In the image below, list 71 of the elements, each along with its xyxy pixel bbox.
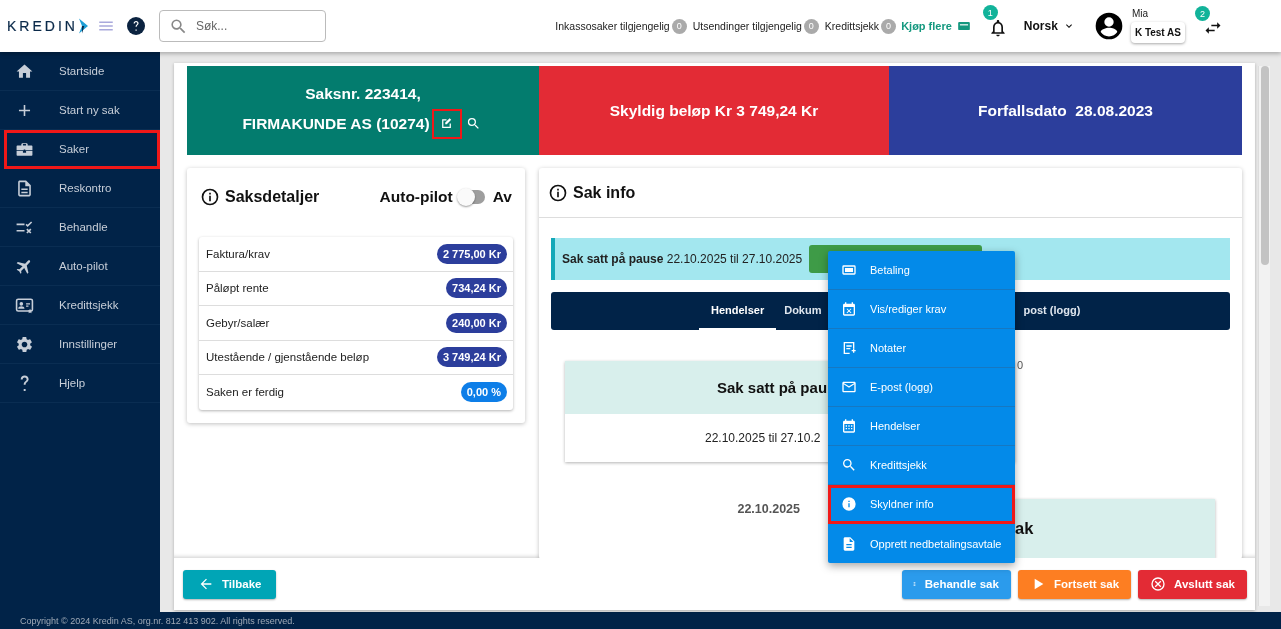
menu-item[interactable]: Kredittsjekk bbox=[828, 446, 1015, 485]
close-case-button[interactable]: Avslutt sak bbox=[1138, 569, 1247, 599]
event-title: Sak satt på pau bbox=[717, 379, 828, 396]
event-text: 22.10.2025 til 27.10.2 bbox=[705, 431, 821, 445]
menu-item[interactable]: Skyldner info bbox=[828, 485, 1015, 524]
menu-item[interactable]: E-post (logg) bbox=[828, 368, 1015, 407]
row-label: Utestående / gjenstående beløp bbox=[206, 351, 370, 364]
amount-text: Skyldig beløp Kr 3 749,24 Kr bbox=[609, 101, 819, 120]
user-name: Mia bbox=[1131, 7, 1148, 19]
language-select[interactable]: Norsk bbox=[1023, 19, 1075, 33]
row-label: Påløpt rente bbox=[206, 282, 269, 295]
amount-pill: 240,00 Kr bbox=[446, 312, 507, 333]
amount-pill: 0,00 % bbox=[460, 382, 507, 403]
home-icon bbox=[15, 61, 34, 81]
search-icon bbox=[841, 457, 857, 473]
switch-badge: 2 bbox=[1195, 6, 1210, 21]
row-label: Faktura/krav bbox=[206, 247, 270, 260]
close-circle-icon bbox=[1150, 576, 1167, 592]
autopilot-state: Av bbox=[492, 187, 512, 206]
counter-label: Kredittsjekk bbox=[824, 20, 880, 32]
document-icon bbox=[841, 535, 857, 552]
help-button[interactable] bbox=[126, 17, 145, 35]
calendar-x-icon bbox=[841, 301, 857, 317]
alert-text: Sak satt på pause 22.10.2025 til 27.10.2025 bbox=[562, 252, 803, 266]
menu-item[interactable]: Notater bbox=[828, 329, 1015, 368]
count-badge: 0 bbox=[881, 18, 897, 34]
notification-badge: 1 bbox=[982, 5, 998, 20]
tab[interactable]: Hendelser bbox=[699, 292, 777, 330]
count-badge: 0 bbox=[803, 18, 819, 34]
card-title: Saksdetaljer bbox=[225, 187, 320, 206]
case-number: Saksnr. 223414, bbox=[305, 84, 421, 103]
autopilot-label: Auto-pilot bbox=[379, 187, 453, 206]
calendar-icon bbox=[841, 418, 857, 434]
count-badge: 0 bbox=[671, 18, 687, 34]
company-button[interactable]: K Test AS bbox=[1130, 21, 1185, 43]
amount-pill: 734,24 Kr bbox=[446, 278, 507, 299]
sidebar-item[interactable]: Saker bbox=[4, 130, 160, 169]
event-date: 22.10.2025 bbox=[737, 502, 800, 516]
logo[interactable]: KREDIN bbox=[7, 16, 88, 36]
document-icon bbox=[15, 178, 34, 198]
id-card-icon bbox=[15, 295, 34, 315]
info-icon bbox=[548, 182, 568, 203]
customer-name: FIRMAKUNDE AS (10274) bbox=[242, 114, 430, 133]
note-add-icon bbox=[841, 340, 857, 356]
menu-item[interactable]: Opprett nedbetalingsavtale bbox=[828, 524, 1015, 563]
due-date-text: Forfallsdato 28.08.2023 bbox=[978, 101, 1153, 120]
autopilot-toggle[interactable] bbox=[458, 189, 485, 204]
payment-icon bbox=[841, 262, 857, 278]
menu-item[interactable]: Vis/rediger krav bbox=[828, 290, 1015, 329]
counter-label: Inkassosaker tilgjengelig bbox=[555, 20, 670, 32]
scrollbar[interactable] bbox=[1258, 66, 1270, 606]
tab[interactable]: Dokum bbox=[776, 292, 822, 330]
buy-more-link[interactable]: Kjøp flere bbox=[901, 19, 973, 33]
info-icon bbox=[841, 496, 857, 512]
card-title: Sak info bbox=[573, 183, 636, 202]
arrow-left-icon bbox=[198, 576, 214, 592]
search-icon bbox=[168, 17, 188, 36]
amount-pill: 3 749,24 Kr bbox=[436, 347, 507, 368]
edit-button[interactable] bbox=[433, 110, 460, 137]
menu-item[interactable]: Hendelser bbox=[828, 407, 1015, 446]
counter-label: Utsendinger tilgjengelig bbox=[692, 20, 802, 32]
row-label: Saken er ferdig bbox=[206, 386, 284, 399]
settings-icon bbox=[15, 334, 34, 354]
menu-item[interactable]: Betaling bbox=[828, 251, 1015, 290]
event-time: 0 bbox=[1017, 359, 1024, 371]
mail-icon bbox=[841, 379, 857, 395]
search-field[interactable]: Søk... bbox=[158, 10, 326, 42]
event-title: ak bbox=[1015, 519, 1034, 537]
row-label: Gebyr/salær bbox=[206, 316, 270, 329]
info-icon bbox=[200, 186, 220, 207]
amount-pill: 2 775,00 Kr bbox=[436, 243, 507, 264]
